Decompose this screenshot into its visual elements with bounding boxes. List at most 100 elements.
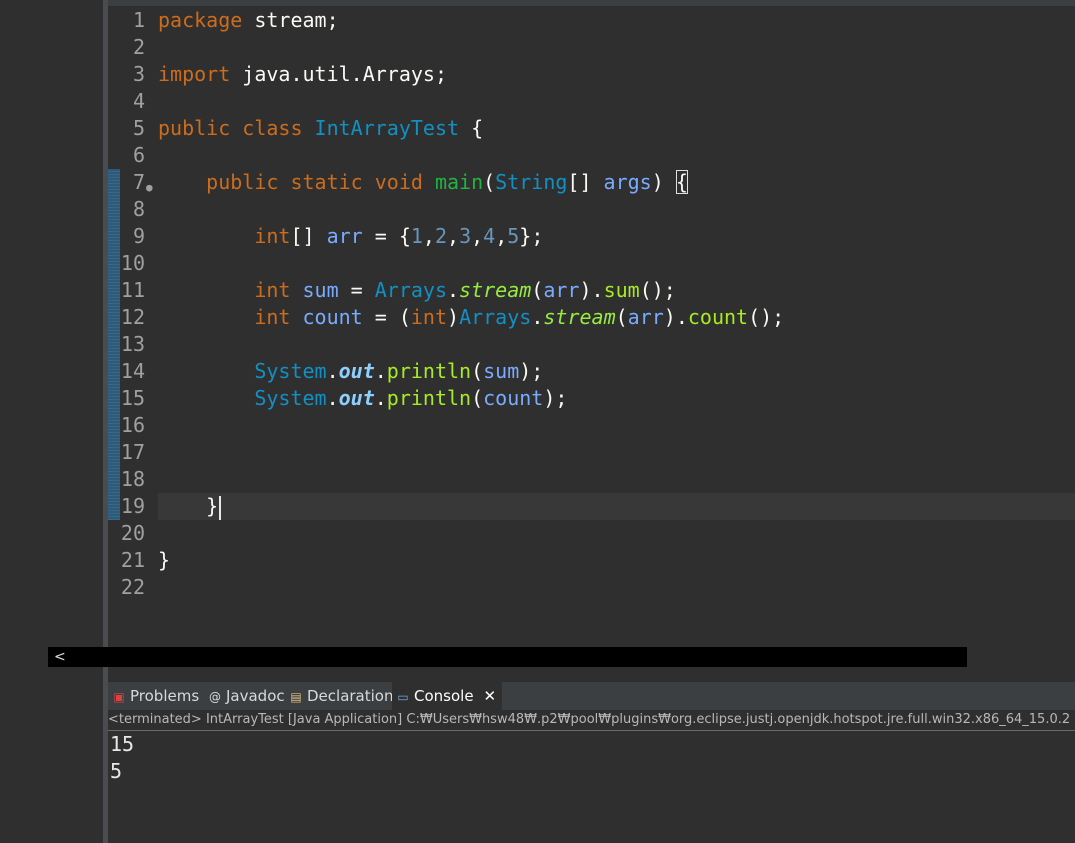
line-number: 22 xyxy=(120,575,145,599)
code-token: System xyxy=(158,386,327,410)
code-token: . xyxy=(531,305,544,329)
code-token: println xyxy=(386,386,472,410)
code-text: System.out.println(count); xyxy=(158,385,567,412)
code-token: ( xyxy=(471,386,484,410)
line-number: 4 xyxy=(132,89,145,113)
code-token: , xyxy=(447,224,460,248)
code-line[interactable]: 22 xyxy=(108,574,1075,601)
code-line[interactable]: 5 public class IntArrayTest { xyxy=(108,115,1075,142)
code-text: } xyxy=(158,547,170,574)
code-token: ( xyxy=(531,278,544,302)
code-line[interactable]: 6 xyxy=(108,142,1075,169)
code-token: count xyxy=(483,386,544,410)
code-line[interactable]: 18 xyxy=(108,466,1075,493)
tab-problems[interactable]: ▣ Problems xyxy=(112,682,199,710)
code-line[interactable]: 15 System.out.println(count); xyxy=(108,385,1075,412)
line-number: 12 xyxy=(120,305,145,329)
code-token: = ( xyxy=(362,305,411,329)
code-line[interactable]: 2 xyxy=(108,34,1075,61)
code-token: ); xyxy=(519,359,544,383)
code-text: public static void main(String[] args) { xyxy=(158,169,688,196)
code-line[interactable]: 14 System.out.println(sum); xyxy=(108,358,1075,385)
line-number: 9 xyxy=(132,224,145,248)
code-token: arr xyxy=(543,278,580,302)
code-token: arr xyxy=(326,224,363,248)
code-line[interactable]: 12 int count = (int)Arrays.stream(arr).c… xyxy=(108,304,1075,331)
code-token: . xyxy=(374,359,387,383)
code-line[interactable]: 21} xyxy=(108,547,1075,574)
code-token: ). xyxy=(579,278,604,302)
code-line[interactable]: 19 } xyxy=(108,493,1075,520)
code-token: out xyxy=(338,386,375,410)
tab-console[interactable]: ▭ Console ✕ xyxy=(392,682,503,710)
code-editor[interactable]: 1 package stream; 2 3 import java.util.Array… xyxy=(108,6,1075,651)
code-line[interactable]: 13 xyxy=(108,331,1075,358)
code-text: } xyxy=(158,493,222,520)
code-token: public static void xyxy=(158,170,435,194)
close-icon[interactable]: ✕ xyxy=(484,687,497,705)
code-token: ) xyxy=(651,170,676,194)
code-token: , xyxy=(422,224,435,248)
line-number: 14 xyxy=(120,359,145,383)
horizontal-scrollbar[interactable]: < xyxy=(48,647,967,667)
code-line[interactable]: 9 int[] arr = {1,2,3,4,5}; xyxy=(108,223,1075,250)
code-token: (); xyxy=(639,278,676,302)
left-view-strip xyxy=(0,0,103,843)
code-line[interactable]: 1 package stream; xyxy=(108,7,1075,34)
code-line[interactable]: 17 xyxy=(108,439,1075,466)
code-token: count xyxy=(302,305,363,329)
code-token: stream xyxy=(543,305,616,329)
line-number: 2 xyxy=(132,35,145,59)
line-number: 1 xyxy=(132,8,145,32)
code-token: . xyxy=(326,386,339,410)
code-token: public class xyxy=(158,116,315,140)
code-token: count xyxy=(687,305,749,329)
code-token: int xyxy=(410,305,448,329)
line-number: 15 xyxy=(120,386,145,410)
code-text: public class IntArrayTest { xyxy=(158,115,483,142)
code-line[interactable]: 7 ● public static void main(String[] args… xyxy=(108,169,1075,196)
console-output-line: 15 xyxy=(110,732,135,756)
console-icon: ▭ xyxy=(397,690,409,704)
code-token: }; xyxy=(519,224,544,248)
code-token: Arrays xyxy=(374,278,447,302)
code-line[interactable]: 4 xyxy=(108,88,1075,115)
code-text: import java.util.Arrays; xyxy=(158,61,447,88)
code-line[interactable]: 3 import java.util.Arrays; xyxy=(108,61,1075,88)
line-number: 17 xyxy=(120,440,145,464)
code-text: int sum = Arrays.stream(arr).sum(); xyxy=(158,277,676,304)
code-text: int count = (int)Arrays.stream(arr).coun… xyxy=(158,304,784,331)
line-number: 20 xyxy=(120,521,145,545)
code-token: 4 xyxy=(483,224,496,248)
code-line[interactable]: 8 xyxy=(108,196,1075,223)
code-token: { xyxy=(459,116,484,140)
code-token: Arrays xyxy=(459,305,532,329)
code-token: stream xyxy=(459,278,532,302)
code-token: int xyxy=(158,224,291,248)
code-line[interactable]: 20 xyxy=(108,520,1075,547)
console-output-line: 5 xyxy=(110,759,123,783)
code-line[interactable]: 16 xyxy=(108,412,1075,439)
tab-label: Problems xyxy=(130,687,200,705)
code-token: ) xyxy=(447,305,460,329)
code-token: [] xyxy=(567,170,604,194)
tab-declaration[interactable]: ▤ Declaration xyxy=(289,682,393,710)
line-number: 10 xyxy=(120,251,145,275)
line-number: 18 xyxy=(120,467,145,491)
code-token: = xyxy=(338,278,375,302)
code-token: 1 xyxy=(410,224,423,248)
code-token: arr xyxy=(627,305,664,329)
code-token: } xyxy=(158,494,219,518)
code-line[interactable]: 11 int sum = Arrays.stream(arr).sum(); xyxy=(108,277,1075,304)
code-text: int[] arr = {1,2,3,4,5}; xyxy=(158,223,543,250)
code-token: . xyxy=(374,386,387,410)
code-token: int xyxy=(158,305,303,329)
line-number: 11 xyxy=(120,278,145,302)
code-line[interactable]: 10 xyxy=(108,250,1075,277)
tab-javadoc[interactable]: @ Javadoc xyxy=(208,682,285,710)
code-token: sum xyxy=(302,278,339,302)
code-token: package xyxy=(158,8,243,32)
chevron-left-icon[interactable]: < xyxy=(54,647,66,667)
code-text: System.out.println(sum); xyxy=(158,358,543,385)
console-status: <terminated> IntArrayTest [Java Applicat… xyxy=(108,710,1075,731)
